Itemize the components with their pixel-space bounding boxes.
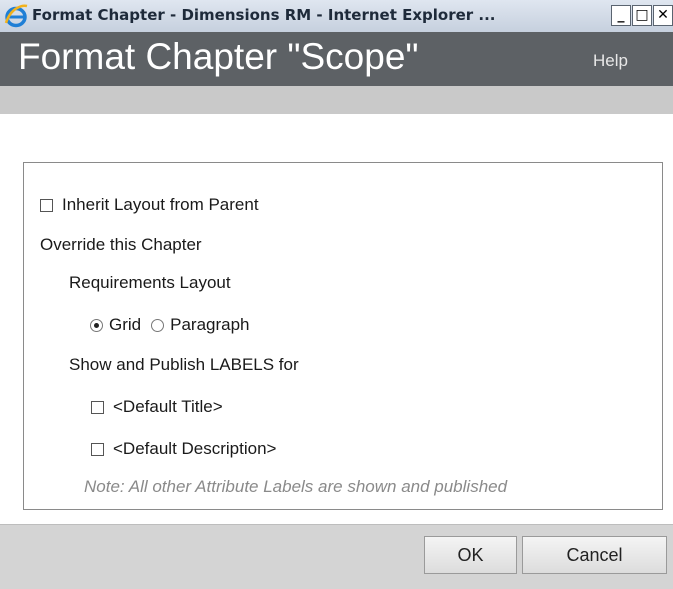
requirements-layout-heading: Requirements Layout [69,273,231,292]
maximize-button[interactable]: □ [632,5,652,26]
labels-heading: Show and Publish LABELS for [69,355,299,374]
grid-radio[interactable] [90,318,103,332]
default-description-label: <Default Description> [113,439,277,458]
help-link[interactable]: Help [593,51,628,71]
override-heading: Override this Chapter [40,235,202,254]
paragraph-radio-label: Paragraph [170,315,250,334]
default-description-checkbox[interactable] [91,442,104,456]
layout-radio-group: Grid Paragraph [90,315,250,335]
title-bar: Format Chapter - Dimensions RM - Interne… [0,0,673,33]
close-button[interactable]: ✕ [653,5,673,26]
page-title: Format Chapter "Scope" [18,36,419,77]
page-header: Format Chapter "Scope" Help [0,32,673,86]
paragraph-radio[interactable] [151,318,165,332]
grid-radio-label: Grid [109,315,142,334]
window-title: Format Chapter - Dimensions RM - Interne… [32,6,496,24]
cancel-button[interactable]: Cancel [522,536,667,574]
default-title-checkbox[interactable] [91,400,104,414]
default-title-label: <Default Title> [113,397,223,416]
dialog-window: Format Chapter - Dimensions RM - Interne… [0,0,673,589]
inherit-layout-row[interactable]: Inherit Layout from Parent [40,195,259,215]
inherit-layout-checkbox[interactable] [40,198,53,212]
toolbar-strip [0,86,673,114]
default-description-row[interactable]: <Default Description> [91,439,276,459]
inherit-layout-label: Inherit Layout from Parent [62,195,259,214]
labels-note: Note: All other Attribute Labels are sho… [84,477,508,496]
ie-icon [4,4,28,28]
minimize-button[interactable]: _ [611,5,631,26]
ok-button[interactable]: OK [424,536,517,574]
default-title-row[interactable]: <Default Title> [91,397,223,417]
